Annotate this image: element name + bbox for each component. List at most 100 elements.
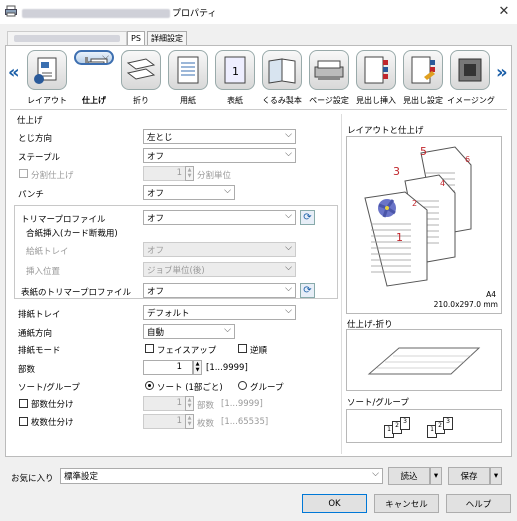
- close-button[interactable]: ✕: [497, 3, 511, 19]
- sort-radio[interactable]: [145, 381, 154, 390]
- page-number-4: 4: [440, 179, 446, 188]
- category-imaging-button[interactable]: [450, 50, 490, 90]
- load-button[interactable]: 読込: [388, 467, 430, 485]
- cover-trimmer-refresh-button[interactable]: ⟳: [300, 283, 315, 298]
- split-finishing-checkbox[interactable]: [19, 169, 28, 178]
- fold-preview: [346, 329, 502, 391]
- copies-spinner[interactable]: ▲ ▼: [193, 360, 202, 375]
- insert-position-label: 挿入位置: [26, 267, 61, 277]
- category-tab-setting-button[interactable]: [403, 50, 443, 90]
- flat-sheet-icon: [367, 347, 481, 375]
- output-tray-select[interactable]: デフォルト: [143, 305, 296, 320]
- cancel-button-label: キャンセル: [385, 499, 428, 510]
- close-icon: ✕: [498, 3, 510, 19]
- sort-radio-label: ソート (1部ごと): [157, 383, 223, 393]
- layout-icon: [34, 57, 57, 84]
- reverse-order-checkbox[interactable]: [238, 344, 247, 353]
- help-button-label: ヘルプ: [465, 499, 492, 510]
- sort-stack-2: 1 2 3: [427, 417, 463, 439]
- cancel-button[interactable]: キャンセル: [374, 494, 439, 513]
- printer-icon: [5, 5, 17, 17]
- sort-preview-title: ソート/グループ: [347, 398, 409, 408]
- insert-position-select[interactable]: ジョブ単位(後): [143, 262, 296, 277]
- paper-size: 210.0x297.0 mm: [433, 300, 498, 309]
- page-number-1: 1: [396, 231, 403, 244]
- category-tab-insert-button[interactable]: [356, 50, 396, 90]
- triangle-down-icon: ▾: [493, 471, 499, 481]
- punch-select[interactable]: オフ: [143, 185, 235, 200]
- sort-page: 3: [400, 417, 410, 430]
- sort-preview: 1 2 3 1 2 3: [346, 409, 502, 443]
- sort-page: 3: [443, 417, 453, 430]
- tab-ps[interactable]: PS: [127, 31, 145, 45]
- svg-text:1: 1: [232, 65, 239, 78]
- trimmer-profile-select[interactable]: オフ: [143, 210, 296, 225]
- tab-blurred[interactable]: [7, 31, 127, 45]
- load-button-label: 読込: [400, 472, 418, 482]
- preview-divider: [341, 114, 342, 454]
- sheet-split-spinner[interactable]: ▲ ▼: [185, 414, 194, 429]
- save-button[interactable]: 保存: [448, 467, 490, 485]
- triangle-down-icon: ▾: [433, 471, 439, 481]
- perfect-binding-icon: [268, 58, 296, 84]
- category-fold-button[interactable]: [121, 50, 161, 90]
- staple-label: ステープル: [18, 153, 60, 163]
- tab-advanced[interactable]: 詳細設定: [147, 31, 187, 45]
- favorites-label: お気に入り: [11, 474, 54, 484]
- category-cover-button[interactable]: 1: [215, 50, 255, 90]
- tab-advanced-label: 詳細設定: [151, 34, 183, 43]
- category-label-tab-setting: 見出し設定: [403, 96, 443, 105]
- output-mode-label: 排紙モード: [18, 346, 61, 356]
- sort-stack-1: 1 2 3: [384, 417, 420, 439]
- face-up-checkbox[interactable]: [145, 344, 154, 353]
- category-perfect-binding-button[interactable]: [262, 50, 302, 90]
- title-bar: プロパティ ✕: [0, 0, 517, 24]
- category-label-cover: 表紙: [227, 96, 243, 105]
- punch-label: パンチ: [18, 190, 44, 200]
- ok-button[interactable]: OK: [302, 494, 367, 513]
- help-button[interactable]: ヘルプ: [446, 494, 511, 513]
- chevron-left-icon: «: [8, 62, 20, 83]
- nav-right-button[interactable]: »: [496, 62, 508, 83]
- sheet-split-checkbox[interactable]: [19, 417, 28, 426]
- copies-input[interactable]: 1: [143, 360, 193, 375]
- cover-trimmer-profile-select[interactable]: オフ: [143, 283, 296, 298]
- paper-icon: [177, 56, 199, 84]
- cover-icon: 1: [224, 56, 246, 84]
- binding-direction-select[interactable]: 左とじ: [143, 129, 296, 144]
- split-finishing-label: 分割仕上げ: [31, 171, 74, 181]
- binding-direction-label: とじ方向: [18, 134, 53, 144]
- category-finishing-button[interactable]: [74, 50, 114, 65]
- favorites-select[interactable]: 標準設定: [60, 468, 383, 484]
- feed-direction-label: 通紙方向: [18, 329, 53, 339]
- category-label-fold: 折り: [133, 96, 149, 105]
- save-dropdown-button[interactable]: ▾: [490, 467, 502, 485]
- page-number-5: 5: [420, 145, 427, 158]
- category-page-setup-button[interactable]: [309, 50, 349, 90]
- fold-icon: [126, 58, 156, 80]
- nav-left-button[interactable]: «: [8, 62, 20, 83]
- reverse-order-label: 逆順: [250, 346, 268, 356]
- category-label-page-setup: ページ設定: [309, 96, 349, 105]
- face-up-label: フェイスアップ: [157, 346, 217, 356]
- group-radio[interactable]: [238, 381, 247, 390]
- page-setup-icon: [314, 60, 344, 80]
- category-paper-button[interactable]: [168, 50, 208, 90]
- finishing-icon: [85, 57, 108, 63]
- staple-select[interactable]: オフ: [143, 148, 296, 163]
- category-label-imaging: イメージング: [447, 96, 495, 105]
- copy-split-spinner[interactable]: ▲ ▼: [185, 396, 194, 411]
- feed-tray-select[interactable]: オフ: [143, 242, 296, 257]
- feed-tray-label: 給紙トレイ: [26, 247, 69, 257]
- refresh-icon: ⟳: [303, 212, 312, 223]
- copy-split-checkbox[interactable]: [19, 399, 28, 408]
- sheet-split-unit: 枚数: [197, 419, 215, 429]
- category-layout-button[interactable]: [27, 50, 67, 90]
- feed-direction-select[interactable]: 自動: [143, 324, 235, 339]
- split-unit-spinner[interactable]: ▲ ▼: [185, 166, 194, 181]
- load-dropdown-button[interactable]: ▾: [430, 467, 442, 485]
- split-unit-label: 分割単位: [197, 171, 232, 181]
- category-label-tab-insert: 見出し挿入: [356, 96, 396, 105]
- page-number-6: 6: [465, 155, 471, 164]
- trimmer-profile-refresh-button[interactable]: ⟳: [300, 210, 315, 225]
